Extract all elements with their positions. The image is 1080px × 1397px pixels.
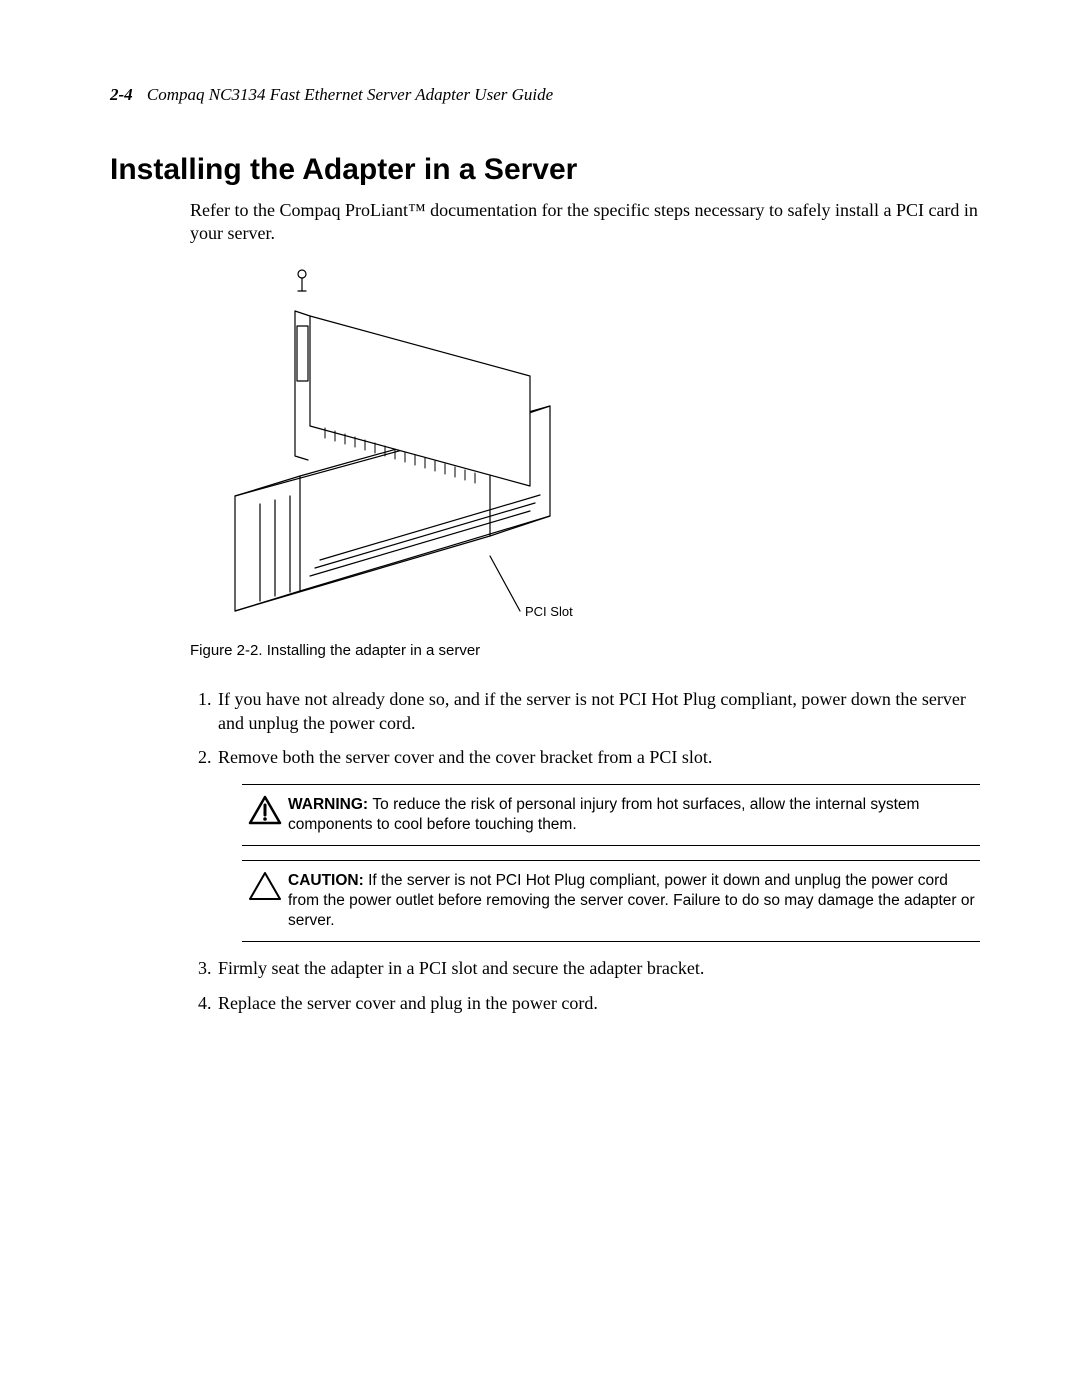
step-2: Remove both the server cover and the cov… — [216, 745, 980, 942]
caution-text: If the server is not PCI Hot Plug compli… — [288, 872, 975, 929]
caution-icon — [242, 871, 288, 907]
warning-notice: WARNING: To reduce the risk of personal … — [242, 784, 980, 846]
intro-paragraph: Refer to the Compaq ProLiant™ documentat… — [190, 199, 980, 246]
pci-illustration: PCI Slot — [190, 256, 590, 636]
warning-icon — [242, 795, 288, 831]
step-1: If you have not already done so, and if … — [216, 687, 980, 736]
procedure-list: If you have not already done so, and if … — [190, 687, 980, 1015]
step-2-text: Remove both the server cover and the cov… — [218, 747, 712, 767]
warning-text: To reduce the risk of personal injury fr… — [288, 796, 919, 833]
figure-pci-install: PCI Slot — [190, 256, 980, 636]
warning-label: WARNING: — [288, 796, 372, 813]
figure-caption: Figure 2-2. Installing the adapter in a … — [190, 642, 980, 659]
caution-notice: CAUTION: If the server is not PCI Hot Pl… — [242, 860, 980, 942]
figure-callout-label: PCI Slot — [525, 604, 573, 619]
step-3: Firmly seat the adapter in a PCI slot an… — [216, 956, 980, 980]
section-title: Installing the Adapter in a Server — [110, 153, 980, 187]
running-header: 2-4 Compaq NC3134 Fast Ethernet Server A… — [110, 85, 980, 105]
page-number: 2-4 — [110, 85, 133, 104]
doc-title: Compaq NC3134 Fast Ethernet Server Adapt… — [147, 85, 553, 104]
step-4: Replace the server cover and plug in the… — [216, 991, 980, 1015]
caution-label: CAUTION: — [288, 872, 368, 889]
